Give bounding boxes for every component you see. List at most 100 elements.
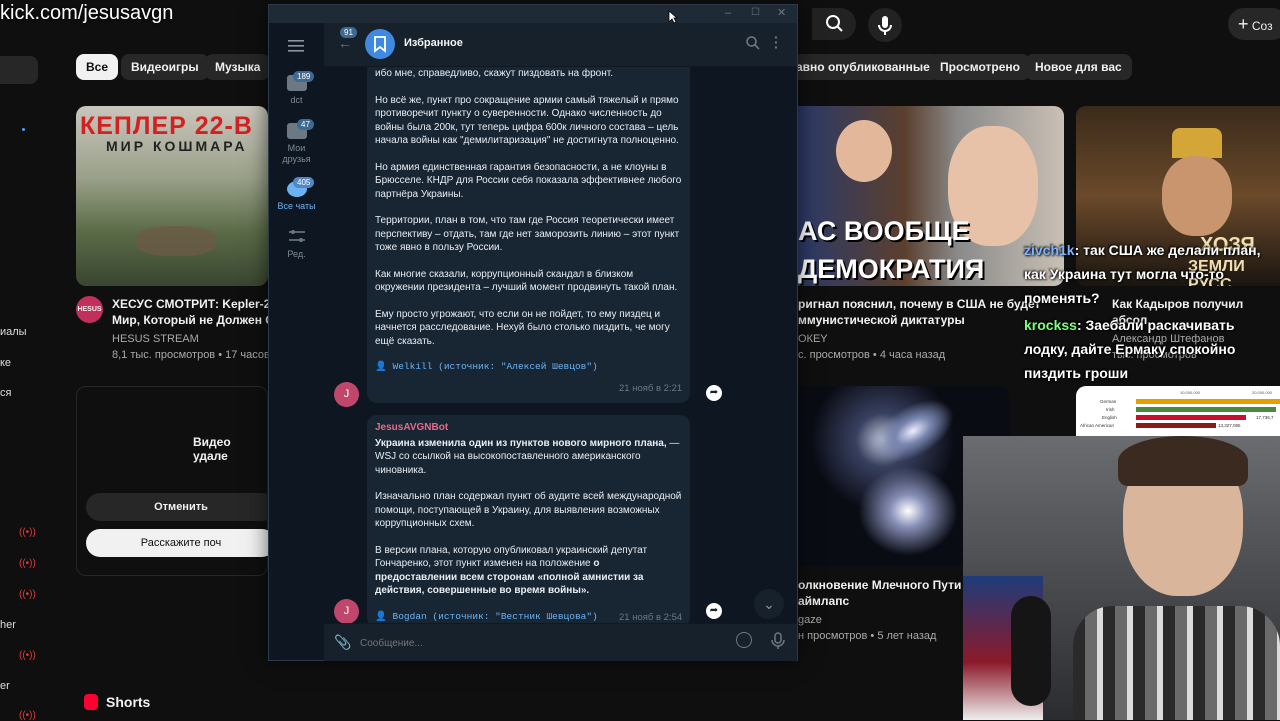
plus-icon: +	[1238, 14, 1249, 34]
message-timestamp: 21 нояб в 2:54	[619, 612, 683, 623]
chat-title[interactable]: Избранное	[404, 37, 463, 49]
thumb-bar-value: 13,327,085	[1218, 423, 1241, 428]
message-sender[interactable]: JesusAVGNBot	[375, 421, 684, 435]
message-input[interactable]	[360, 632, 720, 654]
chip-games[interactable]: Видеоигры	[121, 54, 209, 80]
microphone-icon	[878, 16, 892, 35]
thumb-row-label: English	[1102, 415, 1117, 420]
sidebar-active-item[interactable]	[0, 56, 38, 84]
thumb-bar-value: 17,736,7	[1256, 415, 1274, 420]
message-text: Как многие сказали, коррупционный сканда…	[375, 268, 678, 294]
shorts-heading: Shorts	[106, 694, 151, 710]
message-text: Ему просто угрожают, что если он не пойд…	[375, 308, 670, 347]
window-titlebar: – ☐ ✕	[269, 5, 797, 23]
message-composer: 📎	[324, 623, 797, 661]
chip-new[interactable]: Новое для вас	[1025, 54, 1132, 80]
webcam-feed	[963, 436, 1280, 720]
video-thumbnail[interactable]: КЕПЛЕР 22-В МИР КОШМАРА	[76, 106, 268, 286]
thumb-crown	[1172, 128, 1222, 158]
chip-all[interactable]: Все	[76, 54, 119, 80]
folder-label: Мои друзья	[282, 143, 311, 164]
channel-name[interactable]: HESUS STREAM	[112, 331, 199, 347]
undo-button[interactable]: Отменить	[86, 493, 276, 521]
message-text: Но армия единственная гарантия безопасно…	[375, 161, 682, 200]
forward-icon[interactable]: ➦	[706, 385, 722, 401]
message-text: Но всё же, пункт про сокращение армии са…	[375, 94, 679, 147]
channel-name[interactable]: ОКЕY	[798, 331, 828, 347]
live-icon: ((•))	[19, 558, 36, 569]
folder-label: dct	[290, 95, 303, 105]
message-list: ибо мне, справедливо, скажут пиздовать н…	[324, 67, 797, 623]
video-meta: н просмотров • 5 лет назад	[798, 630, 937, 642]
emoji-icon[interactable]	[736, 632, 752, 648]
menu-icon[interactable]	[288, 39, 304, 57]
thumb-bar	[1136, 423, 1216, 428]
saved-messages-avatar[interactable]	[365, 29, 395, 59]
chip-recent[interactable]: авно опубликованные	[790, 54, 940, 80]
microphone-icon[interactable]	[771, 632, 785, 655]
webcam-hair	[1118, 436, 1248, 486]
folder-label: Все чаты	[277, 201, 316, 211]
close-icon[interactable]: ✕	[777, 6, 786, 19]
voice-search-button[interactable]	[868, 8, 902, 42]
message-bubble[interactable]: ибо мне, справедливо, скажут пиздовать н…	[367, 67, 690, 403]
folder-sidebar: 189 dct 47 Мои друзья 405 Все чаты Ред.	[269, 23, 324, 660]
folder-edit[interactable]: Ред.	[269, 229, 324, 259]
channel-avatar[interactable]: HESUS	[76, 296, 103, 323]
message-bubble[interactable]: JesusAVGNBot Украина изменила один из пу…	[367, 415, 690, 623]
sidebar-item-partial[interactable]: ся	[0, 387, 40, 399]
bookmark-icon	[374, 36, 386, 53]
video-meta: 8,1 тыс. просмотров • 17 часов	[112, 349, 270, 361]
stream-chat-message: krockss: Заебали раскачивать лодку, дайт…	[1024, 313, 1280, 385]
chip-watched[interactable]: Просмотрено	[930, 54, 1031, 80]
maximize-icon[interactable]: ☐	[751, 7, 760, 18]
sidebar-item-partial[interactable]: er	[0, 680, 40, 692]
thumb-galaxy	[858, 466, 958, 556]
thumb-title: АС ВООБЩЕ	[798, 216, 970, 246]
video-title[interactable]: олкновение Млечного Пути и аймлапс	[798, 577, 972, 609]
video-thumbnail[interactable]: 10,000,000 20,000,000 German Irish Engli…	[1076, 386, 1280, 438]
live-icon: ((•))	[19, 527, 36, 538]
channel-name[interactable]: gaze	[798, 612, 822, 628]
folder-dct[interactable]: 189 dct	[269, 71, 324, 105]
search-button[interactable]	[812, 8, 856, 40]
thumb-face	[1162, 156, 1232, 236]
folder-label: Ред.	[287, 249, 306, 259]
tell-us-button[interactable]: Расскажите поч	[86, 529, 276, 557]
unread-badge: 189	[293, 71, 315, 82]
search-icon	[826, 15, 843, 32]
chat-username: zivch1k	[1024, 242, 1075, 258]
thumb-row-label: Irish	[1106, 407, 1115, 412]
scroll-down-button[interactable]: ⌄	[754, 589, 784, 619]
sender-avatar[interactable]: J	[334, 382, 359, 407]
folder-all-chats[interactable]: 405 Все чаты	[269, 177, 324, 211]
thumb-creature	[136, 226, 216, 256]
chat-header: ← 91 Избранное · · ·	[324, 23, 797, 67]
attach-icon[interactable]: 📎	[334, 634, 351, 651]
message-text: Изначально план содержал пункт об аудите…	[375, 491, 682, 529]
forward-icon[interactable]: ➦	[706, 603, 722, 619]
sender-avatar[interactable]: J	[334, 599, 359, 623]
video-title[interactable]: ХЕСУС СМОТРИТ: Kepler-22 Мир, Который не …	[112, 296, 277, 328]
mouse-cursor	[668, 10, 679, 29]
thumb-bar	[1136, 415, 1246, 420]
removed-video-card: Видео удале Отменить Расскажите поч	[76, 386, 276, 576]
minimize-icon[interactable]: –	[725, 7, 731, 19]
unread-badge: 405	[293, 177, 315, 188]
message-source[interactable]: 👤 Welkill (источник: "Алексей Шевцов")	[375, 360, 684, 374]
chip-music[interactable]: Музыка	[205, 54, 271, 80]
video-title[interactable]: ригнал пояснил, почему в США не будет мму…	[798, 296, 1040, 328]
unread-badge: 47	[297, 119, 314, 130]
message-headline: Украина изменила один из пунктов нового …	[375, 437, 667, 449]
sidebar-item-partial[interactable]: ке	[0, 357, 40, 369]
thumb-axis-label: 20,000,000	[1252, 390, 1273, 395]
message-text: Территории, план в том, что там где Росс…	[375, 215, 680, 253]
sidebar-item-partial[interactable]: her	[0, 619, 40, 631]
create-button[interactable]: + Соз	[1228, 8, 1280, 40]
sidebar-item-partial[interactable]: иалы	[0, 326, 40, 338]
folder-friends[interactable]: 47 Мои друзья	[269, 119, 324, 165]
thumb-subtitle: ДЕМОКРАТИЯ	[798, 254, 985, 284]
search-icon[interactable]	[745, 35, 761, 56]
thumb-axis-label: 10,000,000	[1180, 390, 1201, 395]
more-options-icon[interactable]: · · ·	[774, 30, 779, 54]
